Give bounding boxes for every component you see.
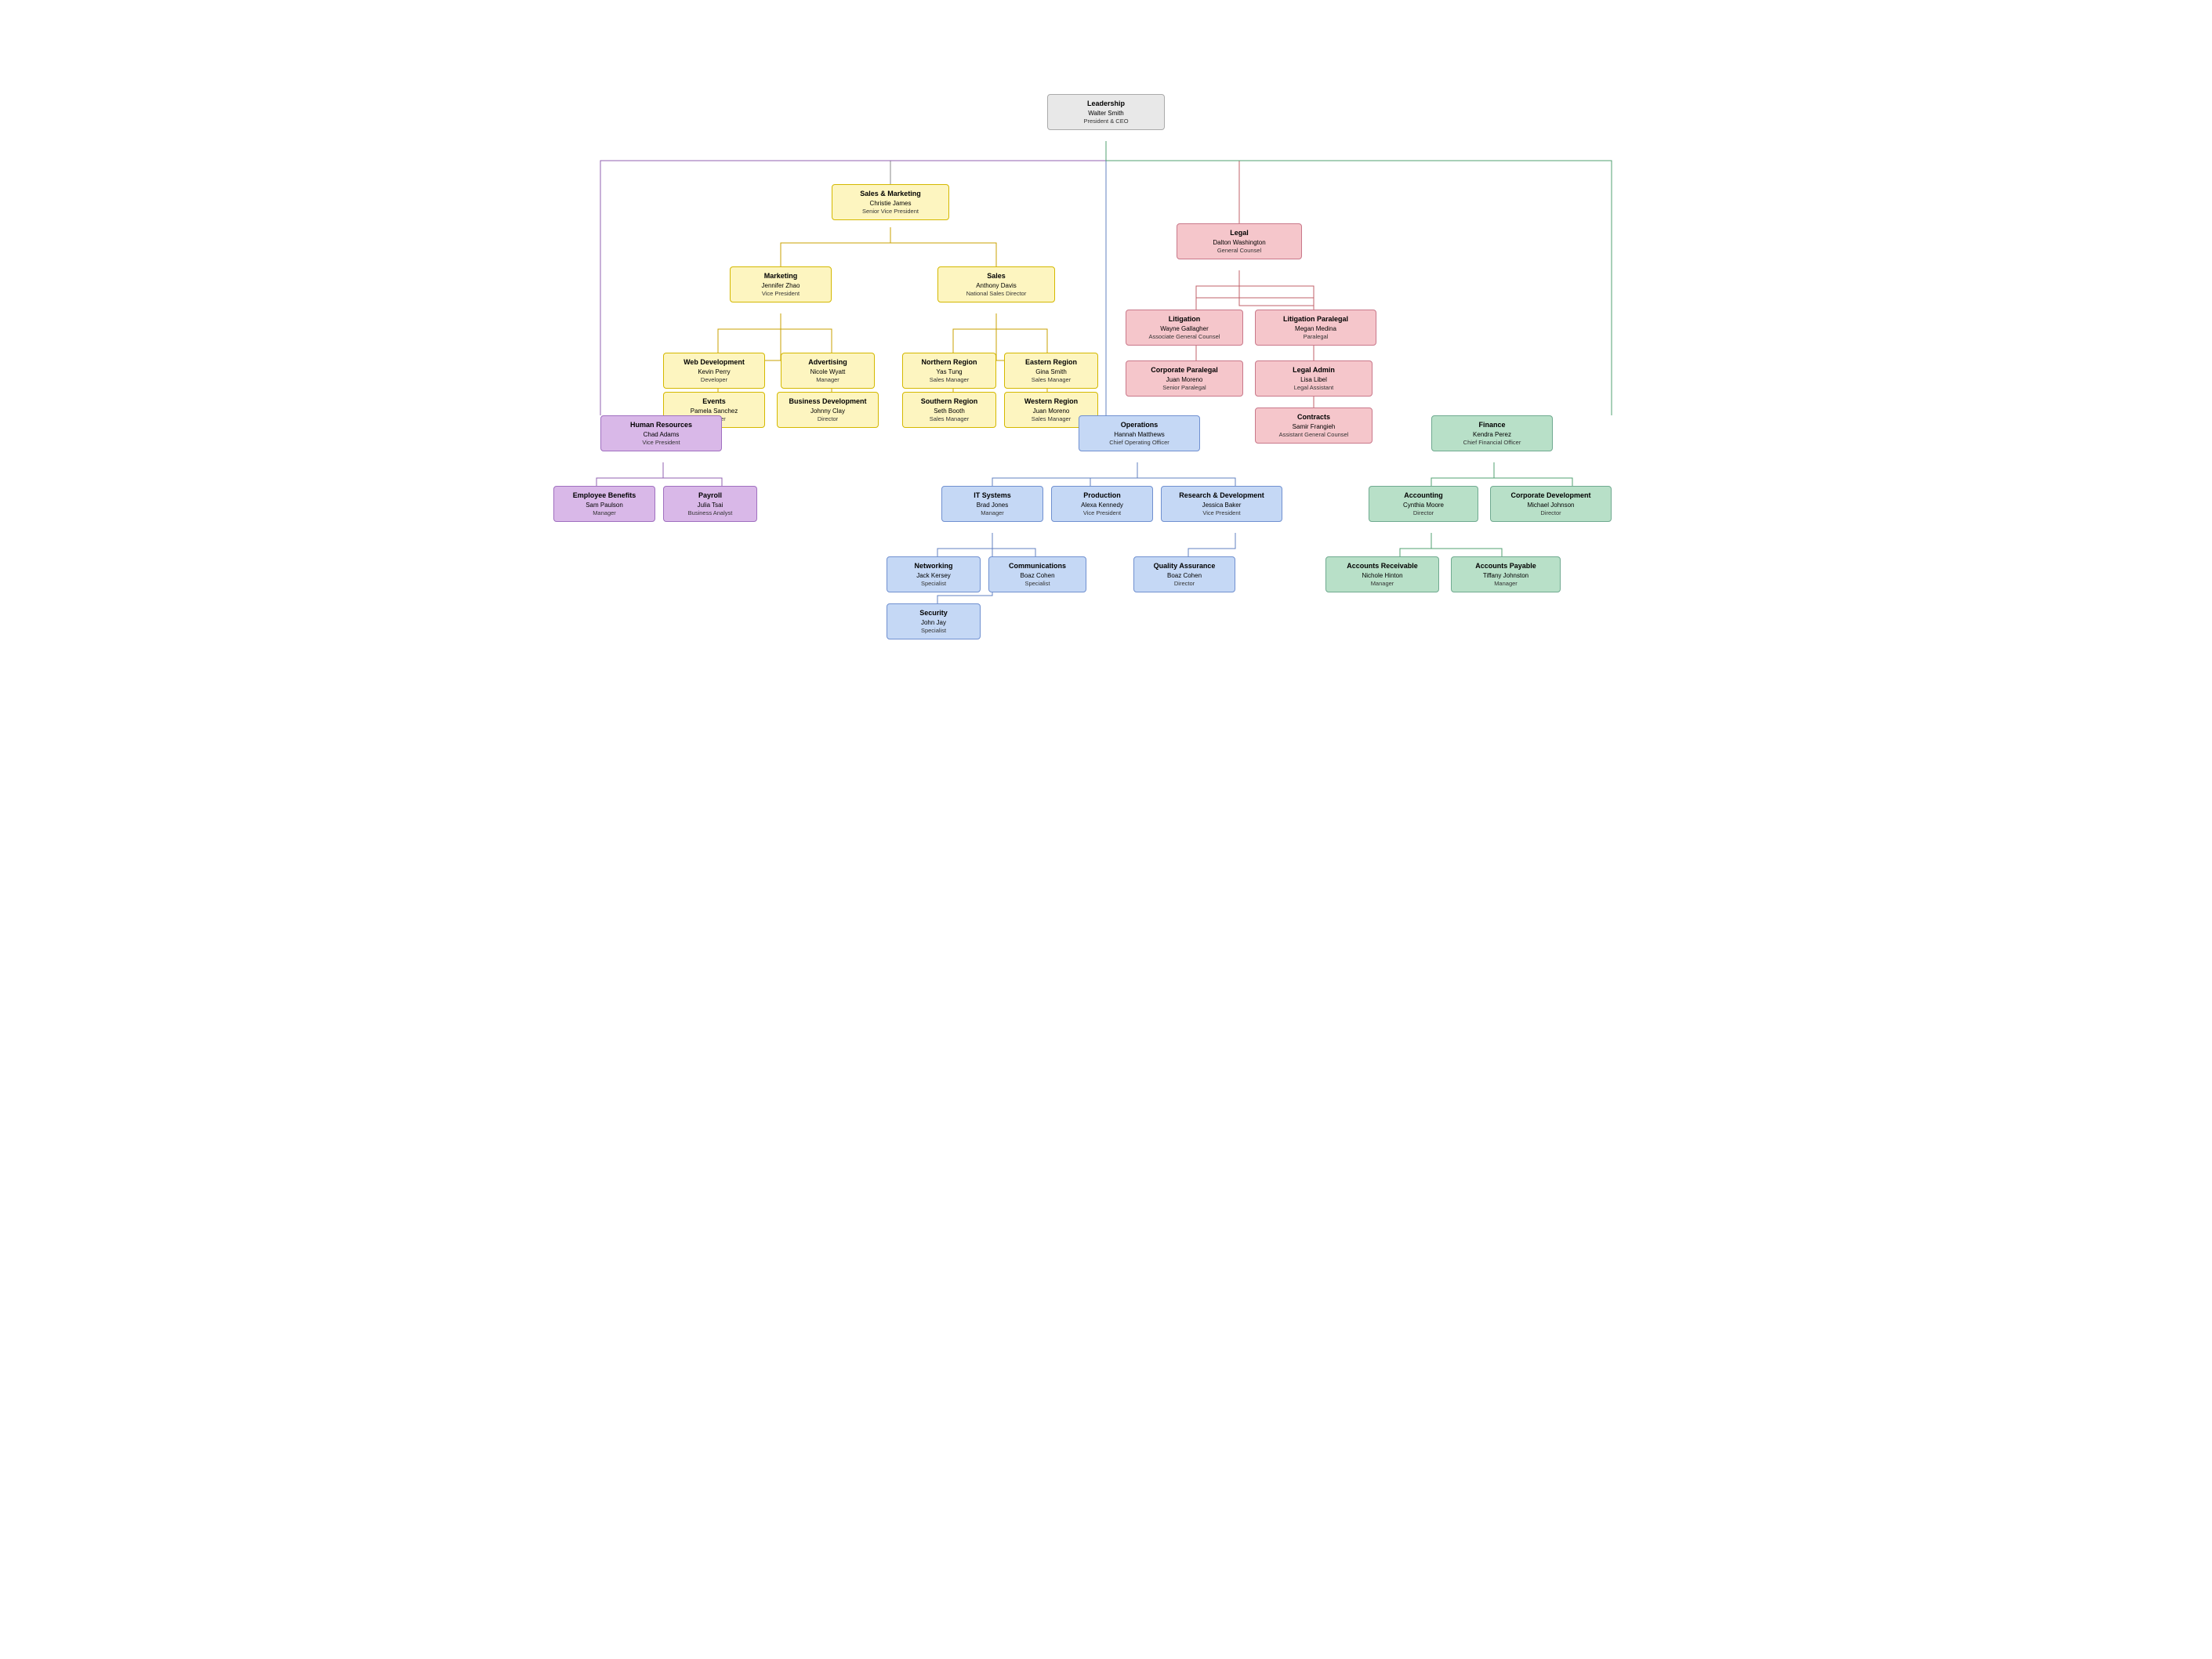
- node-litigation: Litigation Wayne Gallagher Associate Gen…: [1126, 310, 1243, 346]
- node-networking: Networking Jack Kersey Specialist: [887, 556, 981, 592]
- node-qa: Quality Assurance Boaz Cohen Director: [1133, 556, 1235, 592]
- node-sales: Sales Anthony Davis National Sales Direc…: [937, 266, 1055, 302]
- node-webdev: Web Development Kevin Perry Developer: [663, 353, 765, 389]
- node-leadership: Leadership Walter Smith President & CEO: [1047, 94, 1165, 130]
- node-legal-admin: Legal Admin Lisa Libel Legal Assistant: [1255, 360, 1373, 397]
- node-southern: Southern Region Seth Booth Sales Manager: [902, 392, 996, 428]
- node-it-systems: IT Systems Brad Jones Manager: [941, 486, 1043, 522]
- node-salesmarketing: Sales & Marketing Christie James Senior …: [832, 184, 949, 220]
- node-employee-benefits: Employee Benefits Sam Paulson Manager: [553, 486, 655, 522]
- node-hr: Human Resources Chad Adams Vice Presiden…: [600, 415, 722, 451]
- node-security: Security John Jay Specialist: [887, 603, 981, 639]
- node-corp-paralegal: Corporate Paralegal Juan Moreno Senior P…: [1126, 360, 1243, 397]
- node-contracts: Contracts Samir Frangieh Assistant Gener…: [1255, 408, 1373, 444]
- node-accounting: Accounting Cynthia Moore Director: [1369, 486, 1478, 522]
- node-operations: Operations Hannah Matthews Chief Operati…: [1079, 415, 1200, 451]
- node-finance: Finance Kendra Perez Chief Financial Off…: [1431, 415, 1553, 451]
- node-legal: Legal Dalton Washington General Counsel: [1177, 223, 1302, 259]
- node-marketing: Marketing Jennifer Zhao Vice President: [730, 266, 832, 302]
- node-communications: Communications Boaz Cohen Specialist: [988, 556, 1086, 592]
- node-bizdev: Business Development Johnny Clay Directo…: [777, 392, 879, 428]
- node-corp-dev: Corporate Development Michael Johnson Di…: [1490, 486, 1612, 522]
- node-payroll: Payroll Julia Tsai Business Analyst: [663, 486, 757, 522]
- node-litigation-paralegal: Litigation Paralegal Megan Medina Parale…: [1255, 310, 1376, 346]
- node-production: Production Alexa Kennedy Vice President: [1051, 486, 1153, 522]
- node-eastern: Eastern Region Gina Smith Sales Manager: [1004, 353, 1098, 389]
- node-accounts-payable: Accounts Payable Tiffany Johnston Manage…: [1451, 556, 1561, 592]
- node-rd: Research & Development Jessica Baker Vic…: [1161, 486, 1282, 522]
- node-northern: Northern Region Yas Tung Sales Manager: [902, 353, 996, 389]
- node-accounts-receivable: Accounts Receivable Nichole Hinton Manag…: [1325, 556, 1439, 592]
- org-chart: Leadership Walter Smith President & CEO …: [553, 31, 1659, 862]
- node-advertising: Advertising Nicole Wyatt Manager: [781, 353, 875, 389]
